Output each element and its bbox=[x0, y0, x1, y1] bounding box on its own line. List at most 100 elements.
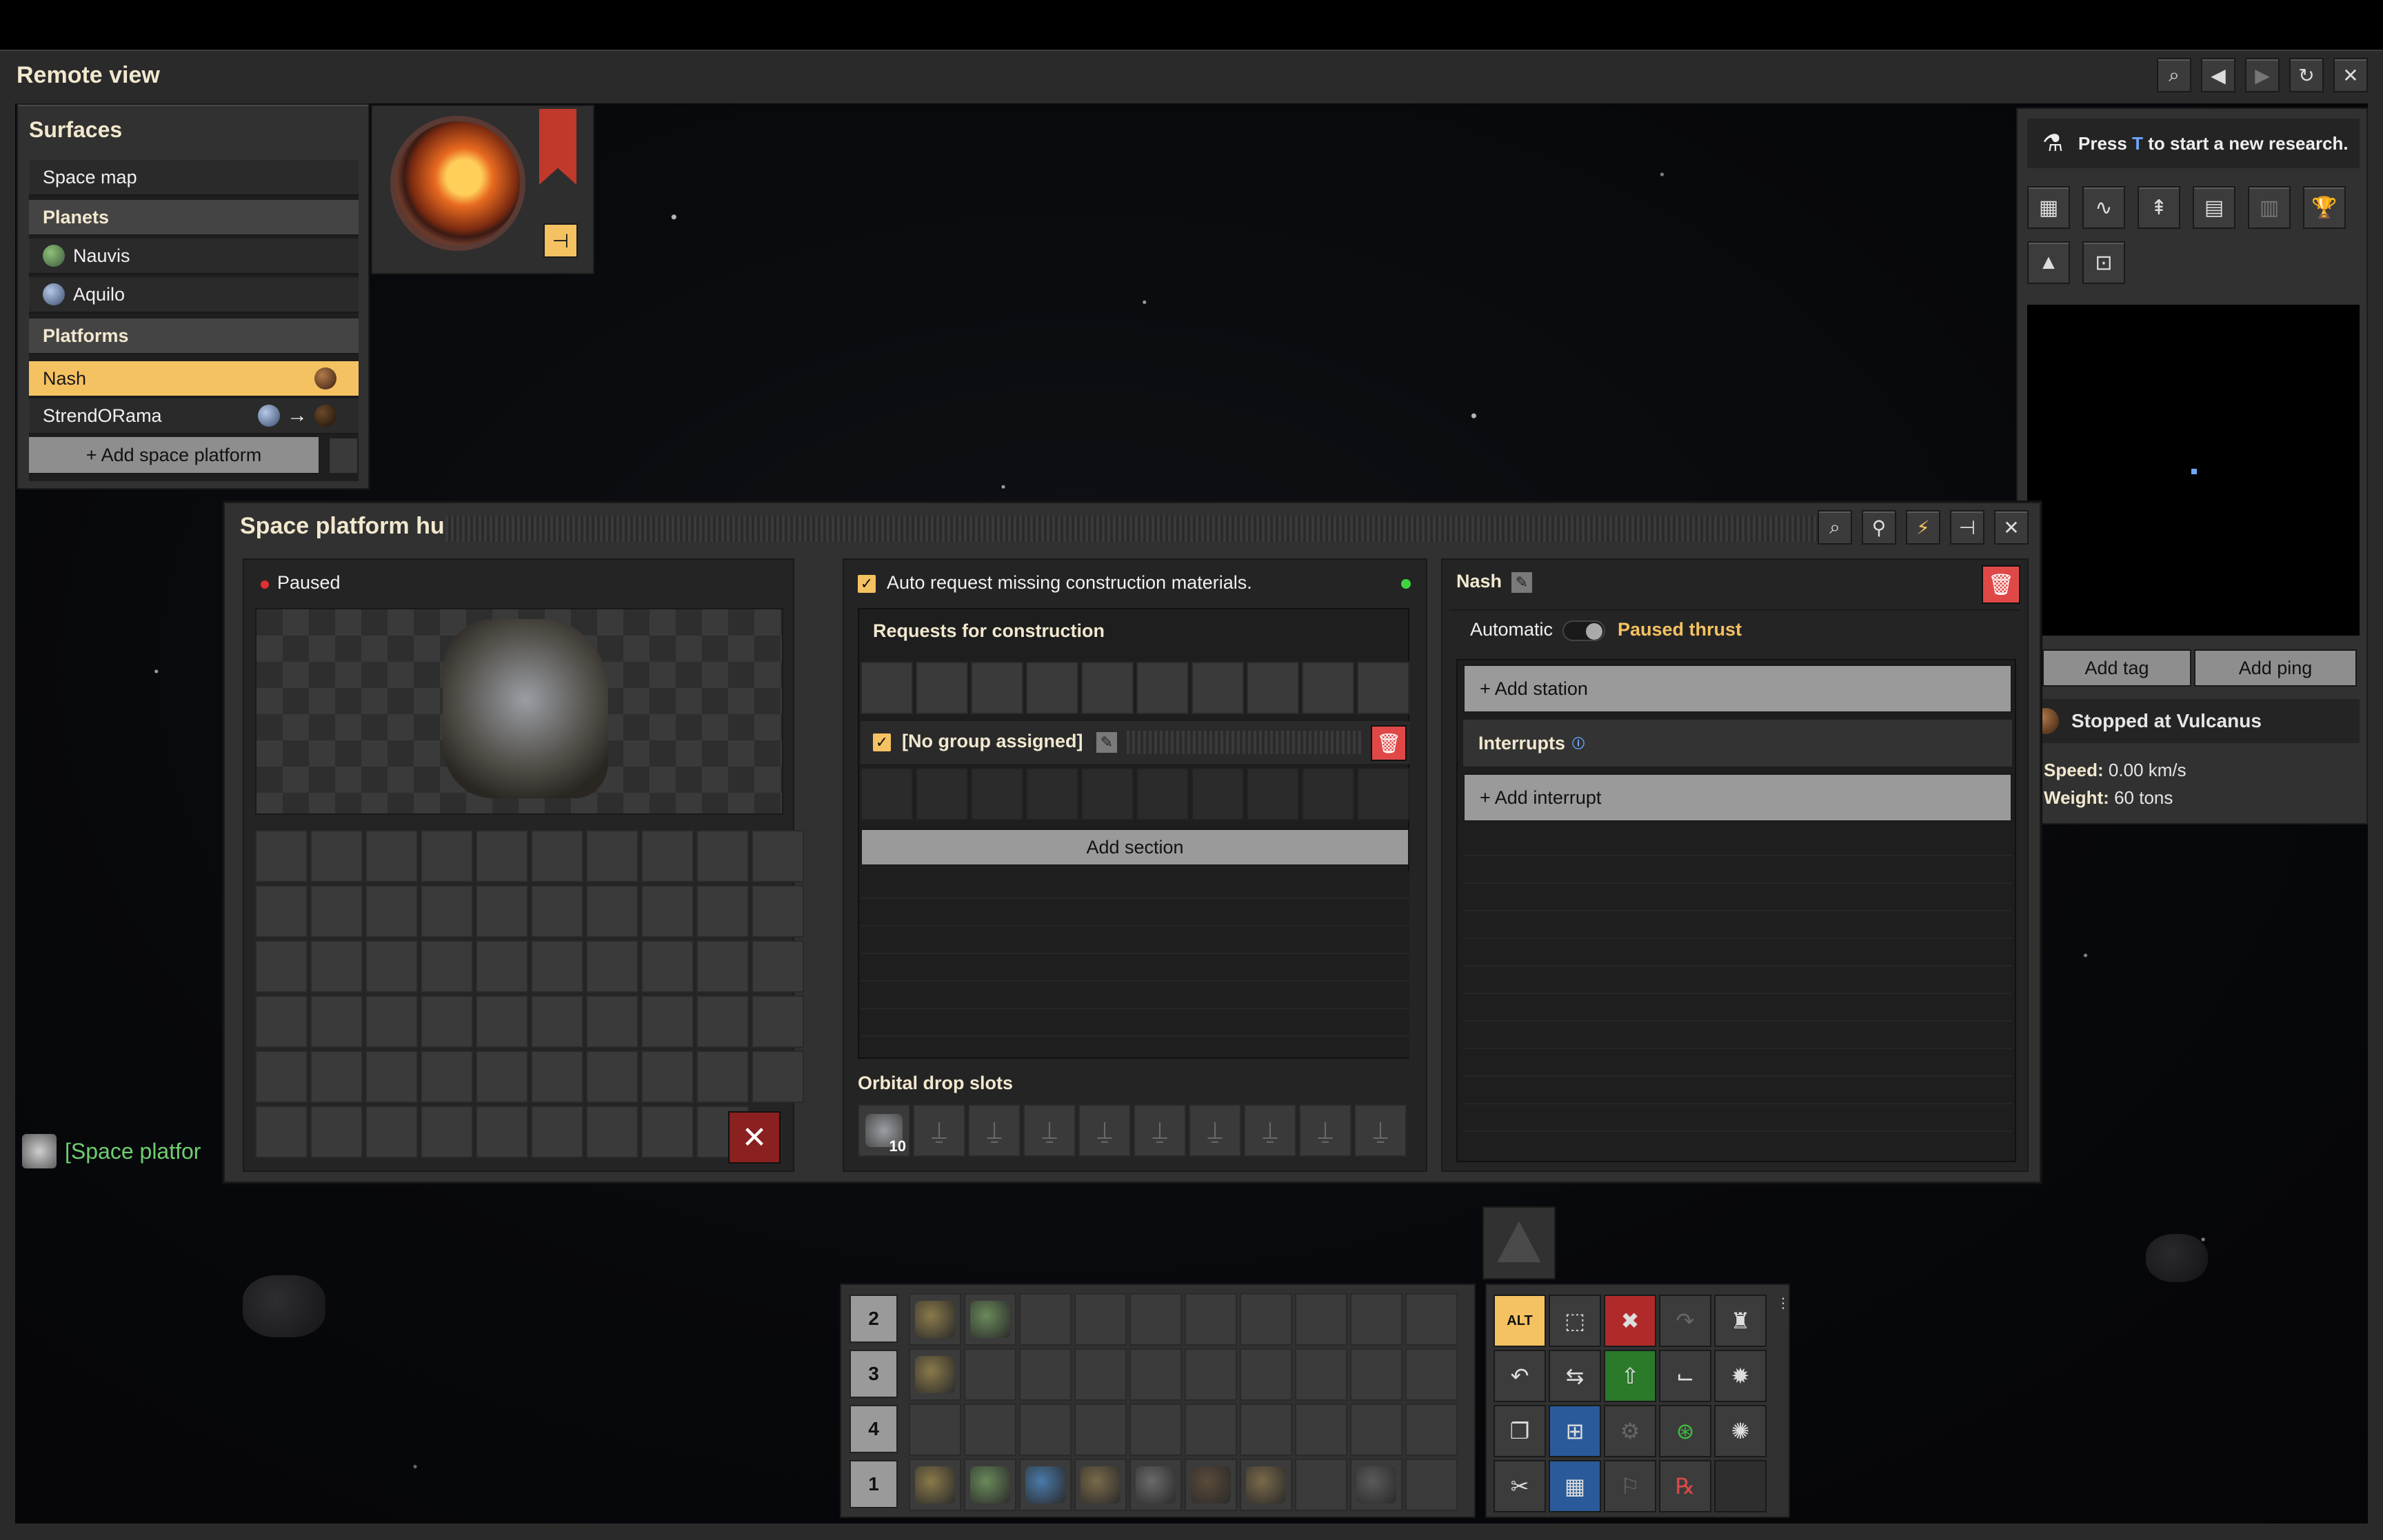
request-slot[interactable] bbox=[916, 662, 968, 714]
orbital-slot[interactable]: ⍊ bbox=[1023, 1104, 1076, 1157]
inventory-slot[interactable] bbox=[310, 885, 363, 938]
orbital-slot-filled[interactable]: 10 bbox=[858, 1104, 910, 1157]
quickbar-slot[interactable] bbox=[1295, 1348, 1347, 1401]
inventory-slot[interactable] bbox=[531, 830, 583, 882]
inventory-slot[interactable] bbox=[476, 995, 528, 1048]
quickbar-slot[interactable] bbox=[1350, 1348, 1402, 1401]
inventory-slot[interactable] bbox=[641, 995, 694, 1048]
edit-icon[interactable]: ✎ bbox=[1096, 732, 1117, 753]
request-slot[interactable] bbox=[1136, 662, 1189, 714]
quickbar-slot[interactable] bbox=[1019, 1404, 1072, 1456]
inventory-slot[interactable] bbox=[310, 830, 363, 882]
quickbar-slot[interactable] bbox=[909, 1459, 961, 1511]
inventory-slot[interactable] bbox=[696, 1051, 749, 1103]
quickbar-slot[interactable] bbox=[909, 1404, 961, 1456]
shortcut-menu-icon[interactable]: ⋮ bbox=[1776, 1295, 1790, 1313]
add-space-platform-button[interactable]: + Add space platform bbox=[29, 437, 319, 474]
inventory-slot[interactable] bbox=[752, 830, 804, 882]
quickbar-slot[interactable] bbox=[1405, 1348, 1458, 1401]
remote-icon[interactable]: ⚐ bbox=[1604, 1460, 1656, 1512]
artillery-icon[interactable]: ⊛ bbox=[1659, 1405, 1711, 1457]
quickbar-slot[interactable] bbox=[1129, 1404, 1182, 1456]
spider-icon[interactable]: ✺ bbox=[1714, 1405, 1767, 1457]
spidertron-remote-icon[interactable]: ⚙ bbox=[1604, 1405, 1656, 1457]
research-message[interactable]: ⚗ Press T to start a new research. bbox=[2027, 119, 2360, 168]
quickbar-slot[interactable] bbox=[1074, 1348, 1127, 1401]
inventory-slot[interactable] bbox=[696, 995, 749, 1048]
undo-icon[interactable]: ↶ bbox=[1494, 1350, 1546, 1402]
quickbar-slot[interactable] bbox=[909, 1348, 961, 1401]
quickbar-slot[interactable] bbox=[1019, 1459, 1072, 1511]
inventory-slot[interactable] bbox=[641, 830, 694, 882]
orbital-slot[interactable]: ⍊ bbox=[1189, 1104, 1241, 1157]
inventory-slot[interactable] bbox=[641, 1051, 694, 1103]
inventory-slot[interactable] bbox=[586, 1051, 639, 1103]
auto-request-checkbox[interactable]: ✓ bbox=[858, 575, 876, 593]
quickbar-row-number[interactable]: 1 bbox=[849, 1460, 898, 1508]
group-drag-handle[interactable] bbox=[1127, 731, 1361, 754]
upgrade-icon[interactable]: ⇧ bbox=[1604, 1350, 1656, 1402]
request-slot[interactable] bbox=[861, 768, 913, 820]
quickbar-row-number[interactable]: 3 bbox=[849, 1350, 898, 1398]
quickbar-slot[interactable] bbox=[1350, 1293, 1402, 1346]
back-icon[interactable]: ◀ bbox=[2201, 58, 2235, 92]
forward-icon[interactable]: ▶ bbox=[2245, 58, 2280, 92]
inventory-slot[interactable] bbox=[421, 995, 473, 1048]
quickbar-slot[interactable] bbox=[1185, 1459, 1237, 1511]
request-slot[interactable] bbox=[861, 662, 913, 714]
inventory-slot[interactable] bbox=[365, 1051, 418, 1103]
inventory-slot[interactable] bbox=[310, 1051, 363, 1103]
add-ping-button[interactable]: Add ping bbox=[2194, 649, 2357, 687]
request-slot[interactable] bbox=[971, 768, 1023, 820]
inventory-slot[interactable] bbox=[310, 1106, 363, 1158]
inventory-slot[interactable] bbox=[752, 995, 804, 1048]
quickbar-slot[interactable] bbox=[1295, 1293, 1347, 1346]
search-icon[interactable]: ⌕ bbox=[1818, 510, 1852, 545]
orbital-slot[interactable]: ⍊ bbox=[1244, 1104, 1296, 1157]
inventory-slot[interactable] bbox=[365, 1106, 418, 1158]
quickbar-slot[interactable] bbox=[1240, 1293, 1292, 1346]
orbital-slot[interactable]: ⍊ bbox=[1299, 1104, 1351, 1157]
quickbar-slot[interactable] bbox=[1350, 1459, 1402, 1511]
inventory-slot[interactable] bbox=[421, 1051, 473, 1103]
inventory-slot[interactable] bbox=[476, 940, 528, 993]
request-slot[interactable] bbox=[1247, 768, 1299, 820]
inventory-slot[interactable] bbox=[476, 1106, 528, 1158]
quickbar-slot[interactable] bbox=[1129, 1348, 1182, 1401]
delete-schedule-icon[interactable]: 🗑 bbox=[1982, 565, 2020, 604]
quickbar-slot[interactable] bbox=[1185, 1348, 1237, 1401]
blueprint-icon[interactable]: ▦ bbox=[1549, 1460, 1601, 1512]
inventory-slot[interactable] bbox=[531, 885, 583, 938]
quickbar-slot[interactable] bbox=[1350, 1404, 1402, 1456]
redo-icon[interactable]: ↷ bbox=[1659, 1295, 1711, 1347]
request-slot[interactable] bbox=[1026, 768, 1078, 820]
robot-icon[interactable]: ♜ bbox=[1714, 1295, 1767, 1347]
add-tag-button[interactable]: Add tag bbox=[2042, 649, 2191, 687]
inventory-slot[interactable] bbox=[421, 885, 473, 938]
search-icon[interactable]: ⌕ bbox=[2157, 58, 2191, 92]
inventory-slot[interactable] bbox=[421, 940, 473, 993]
quickbar-slot[interactable] bbox=[1185, 1293, 1237, 1346]
rename-icon[interactable]: ✎ bbox=[1511, 572, 1532, 593]
request-slot[interactable] bbox=[1081, 662, 1134, 714]
quickbar-slot[interactable] bbox=[1074, 1293, 1127, 1346]
network-icon[interactable]: ⚲ bbox=[1862, 510, 1896, 545]
inventory-slot[interactable] bbox=[531, 995, 583, 1048]
request-slot[interactable] bbox=[1247, 662, 1299, 714]
inventory-slot[interactable] bbox=[641, 885, 694, 938]
refresh-icon[interactable]: ↻ bbox=[2289, 58, 2324, 92]
orbital-slot[interactable]: ⍊ bbox=[1354, 1104, 1407, 1157]
quickbar-slot[interactable] bbox=[1019, 1348, 1072, 1401]
pipette-icon[interactable]: ⌙ bbox=[1659, 1350, 1711, 1402]
quickbar-slot[interactable] bbox=[1074, 1404, 1127, 1456]
quickbar-slot[interactable] bbox=[1185, 1404, 1237, 1456]
inventory-slot[interactable] bbox=[310, 940, 363, 993]
quickbar-slot[interactable] bbox=[1295, 1459, 1347, 1511]
quickbar-slot[interactable] bbox=[1074, 1459, 1127, 1511]
quickbar-slot[interactable] bbox=[1240, 1348, 1292, 1401]
delete-group-icon[interactable]: 🗑 bbox=[1371, 725, 1407, 761]
info-icon[interactable]: ⓘ bbox=[1572, 734, 1585, 752]
orbital-slot[interactable]: ⍊ bbox=[1078, 1104, 1131, 1157]
inventory-slot[interactable] bbox=[365, 885, 418, 938]
inventory-slot[interactable] bbox=[641, 940, 694, 993]
